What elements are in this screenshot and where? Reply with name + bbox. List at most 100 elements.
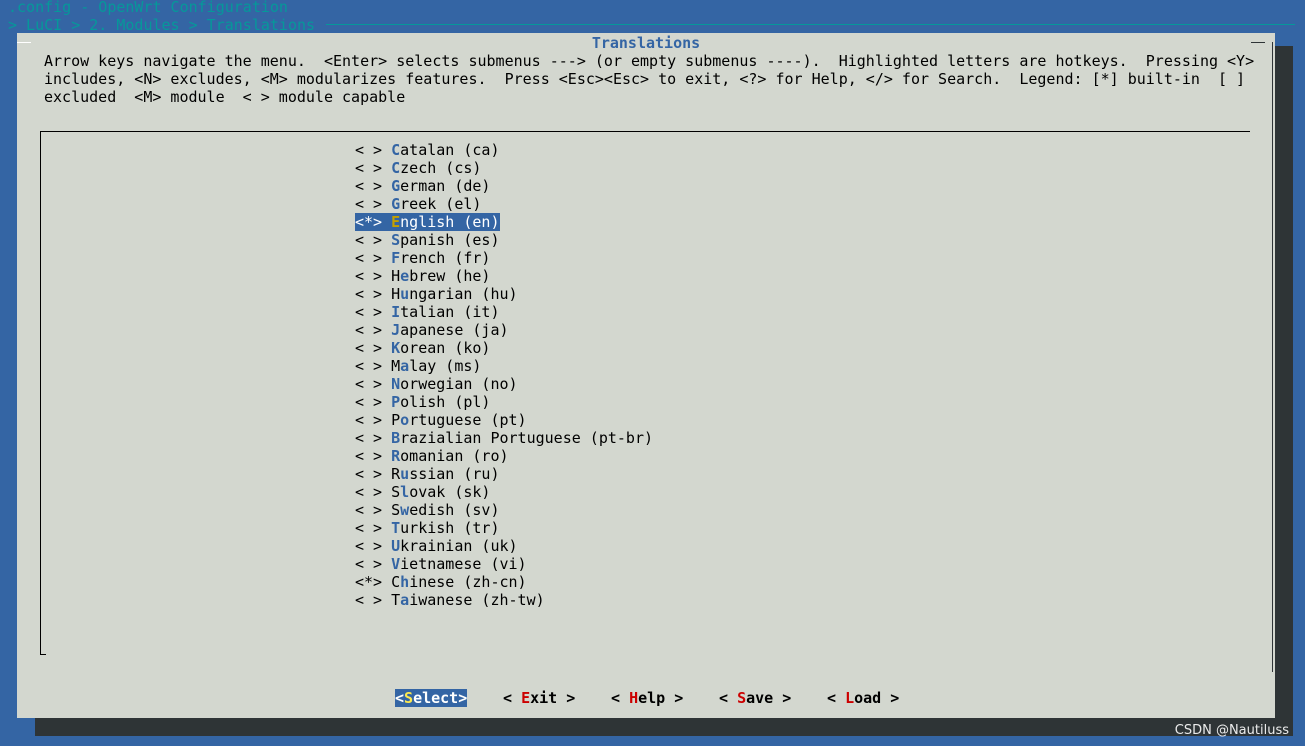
exit-button[interactable]: < Exit > — [503, 689, 575, 707]
module-toggle[interactable]: < > — [355, 447, 382, 465]
menu-item[interactable]: < > Brazialian Portuguese (pt-br) — [355, 429, 653, 447]
menu-item[interactable]: < > Catalan (ca) — [355, 141, 500, 159]
label-prefix: S — [391, 501, 401, 519]
menu-item[interactable]: < > Italian (it) — [355, 303, 500, 321]
label-rest: ovak (sk) — [409, 483, 491, 501]
menu-item[interactable]: < > Japanese (ja) — [355, 321, 509, 339]
label-prefix: S — [391, 483, 401, 501]
module-toggle[interactable]: < > — [355, 195, 382, 213]
menu-item[interactable]: < > Romanian (ro) — [355, 447, 509, 465]
menu-item[interactable]: < > Malay (ms) — [355, 357, 481, 375]
module-toggle[interactable]: < > — [355, 411, 382, 429]
menu-item[interactable]: < > Greek (el) — [355, 195, 481, 213]
hotkey-letter: E — [391, 213, 401, 231]
save-button[interactable]: < Save > — [719, 689, 791, 707]
label-rest: talian (it) — [400, 303, 500, 321]
module-toggle[interactable]: < > — [355, 555, 382, 573]
menu-item[interactable]: < > Turkish (tr) — [355, 519, 500, 537]
menu-item[interactable]: < > Portuguese (pt) — [355, 411, 527, 429]
hotkey-letter: e — [400, 267, 410, 285]
module-toggle[interactable]: < > — [355, 591, 382, 609]
dialog-border-right — [1272, 42, 1273, 672]
module-toggle[interactable]: < > — [355, 303, 382, 321]
menu-item[interactable]: < > Polish (pl) — [355, 393, 490, 411]
menu-item[interactable]: < > Czech (cs) — [355, 159, 481, 177]
menu-item-label: Swedish (sv) — [382, 501, 499, 519]
label-prefix: C — [391, 573, 401, 591]
module-toggle[interactable]: < > — [355, 519, 382, 537]
hotkey-letter: u — [400, 465, 410, 483]
module-toggle[interactable]: < > — [355, 249, 382, 267]
module-toggle[interactable]: < > — [355, 177, 382, 195]
menu-list: < > Catalan (ca) < > Czech (cs) < > German… — [40, 131, 1250, 655]
label-rest: ngarian (hu) — [409, 285, 518, 303]
module-toggle[interactable]: < > — [355, 285, 382, 303]
module-toggle[interactable]: < > — [355, 501, 382, 519]
menu-item-label: Ukrainian (uk) — [382, 537, 517, 555]
menu-item[interactable]: <*> English (en) — [355, 213, 500, 231]
label-rest: orean (ko) — [400, 339, 491, 357]
hotkey-letter: C — [391, 159, 401, 177]
label-rest: ssian (ru) — [409, 465, 500, 483]
menu-item[interactable]: < > Spanish (es) — [355, 231, 500, 249]
label-rest: brew (he) — [409, 267, 491, 285]
menu-item-label: Catalan (ca) — [382, 141, 499, 159]
module-toggle[interactable]: < > — [355, 483, 382, 501]
module-toggle[interactable]: < > — [355, 429, 382, 447]
watermark: CSDN @Nautiluss — [1174, 723, 1289, 738]
menu-item[interactable]: < > Taiwanese (zh-tw) — [355, 591, 545, 609]
menu-item-label: Hungarian (hu) — [382, 285, 517, 303]
hotkey-letter: P — [391, 393, 401, 411]
help-button[interactable]: < Help > — [611, 689, 683, 707]
module-toggle[interactable]: < > — [355, 357, 382, 375]
menu-item[interactable]: < > French (fr) — [355, 249, 490, 267]
label-rest: atalan (ca) — [400, 141, 500, 159]
menu-item[interactable]: <*> Chinese (zh-cn) — [355, 573, 527, 591]
menu-item-label: Slovak (sk) — [382, 483, 490, 501]
module-toggle[interactable]: < > — [355, 537, 382, 555]
menu-item-label: Romanian (ro) — [382, 447, 508, 465]
label-prefix: H — [391, 267, 401, 285]
menu-item-label: Portuguese (pt) — [382, 411, 526, 429]
module-toggle[interactable]: <*> — [355, 213, 383, 231]
module-toggle[interactable]: < > — [355, 375, 382, 393]
module-toggle[interactable]: <*> — [355, 573, 382, 591]
module-toggle[interactable]: < > — [355, 267, 382, 285]
menu-item[interactable]: < > Hungarian (hu) — [355, 285, 518, 303]
module-toggle[interactable]: < > — [355, 339, 382, 357]
module-toggle[interactable]: < > — [355, 465, 382, 483]
help-text-line-2: includes, <N> excludes, <M> modularizes … — [44, 70, 1246, 88]
menu-item[interactable]: < > Norwegian (no) — [355, 375, 518, 393]
button-rest: elect — [413, 689, 459, 707]
module-toggle[interactable]: < > — [355, 393, 382, 411]
label-rest: edish (sv) — [409, 501, 500, 519]
button-close: > — [458, 689, 468, 707]
hotkey-letter: F — [391, 249, 401, 267]
menu-item[interactable]: < > Swedish (sv) — [355, 501, 500, 519]
module-toggle[interactable]: < > — [355, 231, 382, 249]
menu-item[interactable]: < > German (de) — [355, 177, 490, 195]
menu-item[interactable]: < > Slovak (sk) — [355, 483, 490, 501]
menu-border-bottom — [40, 654, 46, 655]
load-button[interactable]: < Load > — [827, 689, 899, 707]
menu-item[interactable]: < > Hebrew (he) — [355, 267, 490, 285]
button-close: > — [773, 689, 792, 707]
module-toggle[interactable]: < > — [355, 159, 382, 177]
select-button[interactable]: <Select> — [395, 689, 468, 707]
label-rest: zech (cs) — [400, 159, 482, 177]
menu-item[interactable]: < > Russian (ru) — [355, 465, 500, 483]
label-rest: razialian Portuguese (pt-br) — [400, 429, 654, 447]
menu-item[interactable]: < > Ukrainian (uk) — [355, 537, 518, 555]
button-open: < — [611, 689, 630, 707]
label-rest: omanian (ro) — [400, 447, 509, 465]
menu-item[interactable]: < > Vietnamese (vi) — [355, 555, 527, 573]
label-prefix: H — [391, 285, 401, 303]
module-toggle[interactable]: < > — [355, 321, 382, 339]
menu-border-left — [40, 131, 41, 655]
module-toggle[interactable]: < > — [355, 141, 382, 159]
menu-item-label: French (fr) — [382, 249, 490, 267]
label-rest: erman (de) — [400, 177, 491, 195]
translations-dialog: Translations Arrow keys navigate the men… — [17, 33, 1275, 718]
menu-item[interactable]: < > Korean (ko) — [355, 339, 490, 357]
breadcrumb: > LuCI > 2. Modules > Translations — [8, 16, 316, 34]
